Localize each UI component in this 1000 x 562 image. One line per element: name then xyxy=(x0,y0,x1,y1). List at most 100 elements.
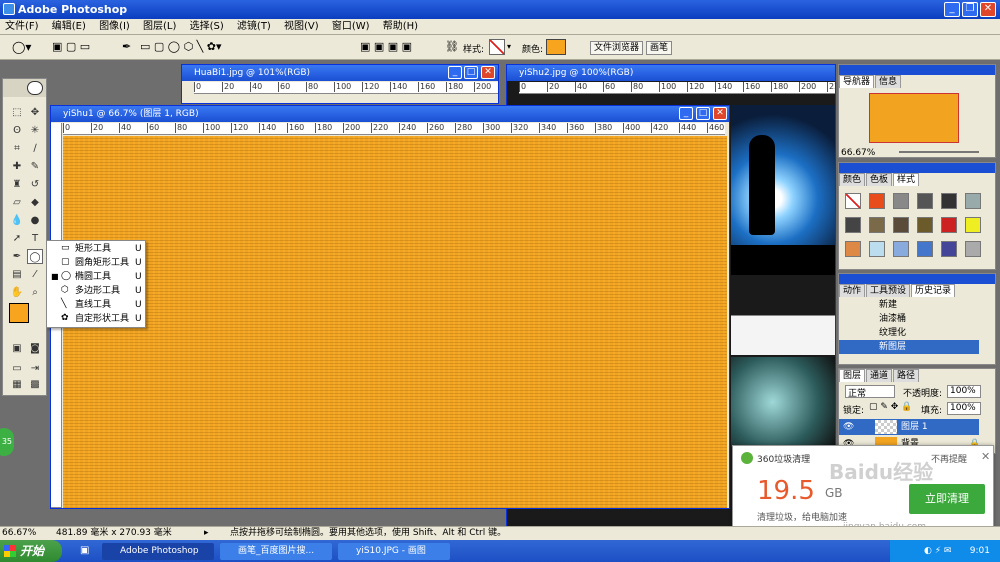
history-item[interactable]: 纹理化 xyxy=(839,326,979,340)
style-none[interactable] xyxy=(845,193,861,209)
screen-mode-icon[interactable]: ▭ xyxy=(9,361,25,376)
style-swatch[interactable] xyxy=(965,193,981,209)
tab-swatches[interactable]: 色板 xyxy=(866,173,893,186)
navigator-zoom[interactable]: 66.67% xyxy=(841,148,875,158)
document-size[interactable]: 481.89 毫米 x 270.93 毫米 xyxy=(56,527,172,540)
close-button[interactable]: ✕ xyxy=(980,2,996,17)
tray-icons[interactable]: ◐ ⚡ ✉ xyxy=(924,540,951,562)
minimize-button[interactable]: _ xyxy=(944,2,960,17)
bucket-tool-icon[interactable]: ◆ xyxy=(27,195,43,210)
zoom-tool-icon[interactable]: ⌕ xyxy=(27,285,43,300)
crop-tool-icon[interactable]: ⌗ xyxy=(9,141,25,156)
task-paint[interactable]: yiS10.JPG - 画图 xyxy=(338,543,450,560)
tab-brush[interactable]: 画笔 xyxy=(646,41,673,55)
eye-icon[interactable]: 👁 xyxy=(843,419,854,435)
flyout-ellipse[interactable]: ■ ◯ 椭圆工具 U xyxy=(47,270,147,284)
tab-channels[interactable]: 通道 xyxy=(866,369,893,382)
tab-styles[interactable]: 样式 xyxy=(893,173,920,186)
style-swatch[interactable] xyxy=(845,241,861,257)
full-screen-icon[interactable]: ▦ xyxy=(9,377,25,392)
menu-select[interactable]: 选择(S) xyxy=(185,19,229,35)
maximize-button[interactable]: □ xyxy=(696,107,710,120)
foreground-color[interactable] xyxy=(9,303,29,323)
style-swatch[interactable] xyxy=(917,193,933,209)
style-swatch[interactable] xyxy=(893,193,909,209)
marquee-tool-icon[interactable]: ⬚ xyxy=(9,105,25,120)
style-swatch[interactable] xyxy=(845,217,861,233)
menu-file[interactable]: 文件(F) xyxy=(0,19,44,35)
menu-layer[interactable]: 图层(L) xyxy=(138,19,181,35)
notes-tool-icon[interactable]: ▤ xyxy=(9,267,25,282)
style-swatch[interactable] xyxy=(893,217,909,233)
status-arrow-icon[interactable]: ▸ xyxy=(204,527,209,540)
task-photoshop[interactable]: Adobe Photoshop xyxy=(102,543,214,560)
path-select-icon[interactable]: ➚ xyxy=(9,231,25,246)
tab-file-browser[interactable]: 文件浏览器 xyxy=(590,41,644,55)
dodge-tool-icon[interactable]: ● xyxy=(27,213,43,228)
blur-tool-icon[interactable]: 💧 xyxy=(9,213,25,228)
popup-dismiss[interactable]: 不再提醒 xyxy=(931,452,967,465)
flyout-polygon[interactable]: ⬡ 多边形工具 U xyxy=(47,284,147,298)
tab-tool-presets[interactable]: 工具预设 xyxy=(866,284,911,297)
history-item[interactable]: 新建 xyxy=(839,298,979,312)
restore-button[interactable]: ❐ xyxy=(962,2,978,17)
clean-now-button[interactable]: 立即清理 xyxy=(909,484,985,514)
eyedropper-icon[interactable]: ⁄ xyxy=(27,267,43,282)
document-window-huabi[interactable]: HuaBi1.jpg @ 101%(RGB) _ □ ✕ 0 20 40 60 80 10… xyxy=(181,64,499,104)
history-item[interactable]: 油漆桶 xyxy=(839,312,979,326)
menu-window[interactable]: 窗口(W) xyxy=(327,19,375,35)
stamp-tool-icon[interactable]: ♜ xyxy=(9,177,25,192)
opacity-field[interactable]: 100% xyxy=(947,385,981,398)
style-swatch[interactable] xyxy=(893,241,909,257)
lasso-tool-icon[interactable]: ʘ xyxy=(9,123,25,138)
style-swatch[interactable] xyxy=(917,241,933,257)
menu-edit[interactable]: 编辑(E) xyxy=(47,19,91,35)
magic-wand-icon[interactable]: ✳ xyxy=(27,123,43,138)
lock-icons[interactable]: ▢ ✎ ✥ 🔒 xyxy=(869,402,912,412)
style-swatch[interactable] xyxy=(869,241,885,257)
style-swatch[interactable] xyxy=(869,193,885,209)
menu-image[interactable]: 图像(I) xyxy=(94,19,135,35)
style-swatch[interactable] xyxy=(965,217,981,233)
style-swatch[interactable] xyxy=(941,193,957,209)
tab-info[interactable]: 信息 xyxy=(875,75,902,88)
quick-mask-off-icon[interactable]: ▣ xyxy=(9,341,25,356)
layer-row-selected[interactable]: 👁 图层 1 xyxy=(839,419,979,435)
chevron-down-icon[interactable]: ▾ xyxy=(507,42,511,51)
pen-tool-icon[interactable]: ✒ xyxy=(9,249,25,264)
history-brush-icon[interactable]: ↺ xyxy=(27,177,43,192)
maximize-button[interactable]: □ xyxy=(464,66,478,79)
blend-mode-select[interactable]: 正常 xyxy=(845,385,895,399)
show-desktop-icon[interactable]: ▣ xyxy=(80,545,89,556)
clock[interactable]: 9:01 xyxy=(970,546,990,556)
move-tool-icon[interactable]: ✥ xyxy=(27,105,43,120)
tab-layers[interactable]: 图层 xyxy=(839,369,866,382)
close-button[interactable]: ✕ xyxy=(481,66,495,79)
tab-history[interactable]: 历史记录 xyxy=(911,284,956,297)
tab-color[interactable]: 颜色 xyxy=(839,173,866,186)
close-icon[interactable]: ✕ xyxy=(981,450,990,463)
hand-tool-icon[interactable]: ✋ xyxy=(9,285,25,300)
minimize-button[interactable]: _ xyxy=(679,107,693,120)
fullscreen-menu-icon[interactable]: ▩ xyxy=(27,377,43,392)
brush-tool-icon[interactable]: ✎ xyxy=(27,159,43,174)
type-tool-icon[interactable]: T xyxy=(27,231,43,246)
fill-field[interactable]: 100% xyxy=(947,402,981,415)
menu-help[interactable]: 帮助(H) xyxy=(378,19,423,35)
canvas-texture[interactable] xyxy=(63,136,727,508)
flyout-custom-shape[interactable]: ✿ 自定形状工具 U xyxy=(47,312,147,326)
history-item-selected[interactable]: 新图层 xyxy=(839,340,979,354)
flyout-line[interactable]: ╲ 直线工具 U xyxy=(47,298,147,312)
minimize-button[interactable]: _ xyxy=(448,66,462,79)
eraser-tool-icon[interactable]: ▱ xyxy=(9,195,25,210)
style-swatch[interactable] xyxy=(965,241,981,257)
flyout-rounded-rectangle[interactable]: ▢ 圆角矩形工具 U xyxy=(47,256,147,270)
shape-layers-icon[interactable]: ▣ ▢ ▭ xyxy=(52,40,90,53)
tab-paths[interactable]: 路径 xyxy=(893,369,920,382)
zoom-slider[interactable] xyxy=(899,151,979,153)
status-zoom[interactable]: 66.67% xyxy=(2,527,36,540)
document-window-yishu1[interactable]: yiShu1 @ 66.7% (图层 1, RGB) _ □ ✕ 0 20 40 60… xyxy=(50,105,730,509)
ellipse-tool-icon[interactable]: ◯ xyxy=(27,249,43,264)
task-browser[interactable]: 画笔_百度图片搜... xyxy=(220,543,332,560)
combine-mode-icons[interactable]: ▣ ▣ ▣ ▣ xyxy=(360,40,412,53)
